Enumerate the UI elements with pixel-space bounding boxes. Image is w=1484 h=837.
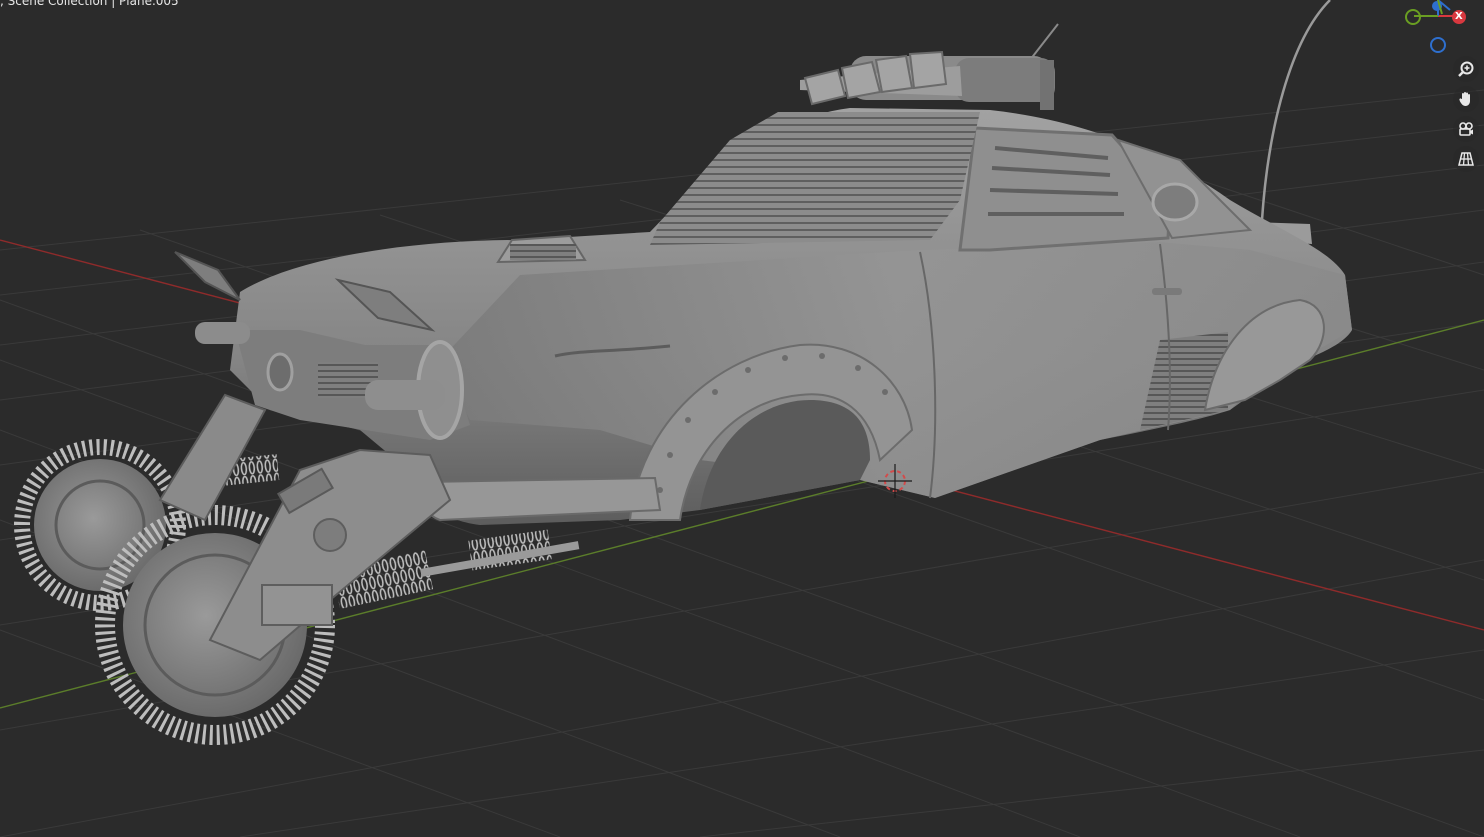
door-handle <box>1152 288 1182 295</box>
camera-icon <box>1459 122 1473 136</box>
roof-rack <box>800 50 1055 110</box>
exhaust-pipe-upper <box>195 322 250 344</box>
headlight-left <box>266 352 294 392</box>
viewport-canvas[interactable] <box>0 0 1484 837</box>
grid-ortho-icon <box>1458 152 1474 166</box>
small-antenna <box>1029 23 1059 61</box>
perspective-toggle-button[interactable] <box>1453 146 1479 172</box>
gizmo-x-label: X <box>1455 11 1463 22</box>
zoom-icon <box>1458 61 1474 77</box>
arm-block <box>261 584 333 626</box>
viewport-header-text: , Scene Collection | Plane.005 <box>0 0 179 8</box>
exhaust-pipe-lower <box>365 380 445 410</box>
gizmo-neg-x-circle[interactable] <box>1430 37 1446 53</box>
camera-view-button[interactable] <box>1453 116 1479 142</box>
headlight-cover-left <box>174 251 241 301</box>
3d-viewport[interactable]: , Scene Collection | Plane.005 X <box>0 0 1484 837</box>
zoom-button[interactable] <box>1453 56 1479 82</box>
rear-window-louvers <box>650 112 980 245</box>
navigation-gizmo[interactable]: X <box>1396 0 1484 56</box>
hand-pan-icon <box>1459 92 1470 106</box>
side-mirror <box>1151 182 1199 222</box>
viewport-nav-tools <box>1453 56 1479 176</box>
pan-button[interactable] <box>1453 86 1479 112</box>
